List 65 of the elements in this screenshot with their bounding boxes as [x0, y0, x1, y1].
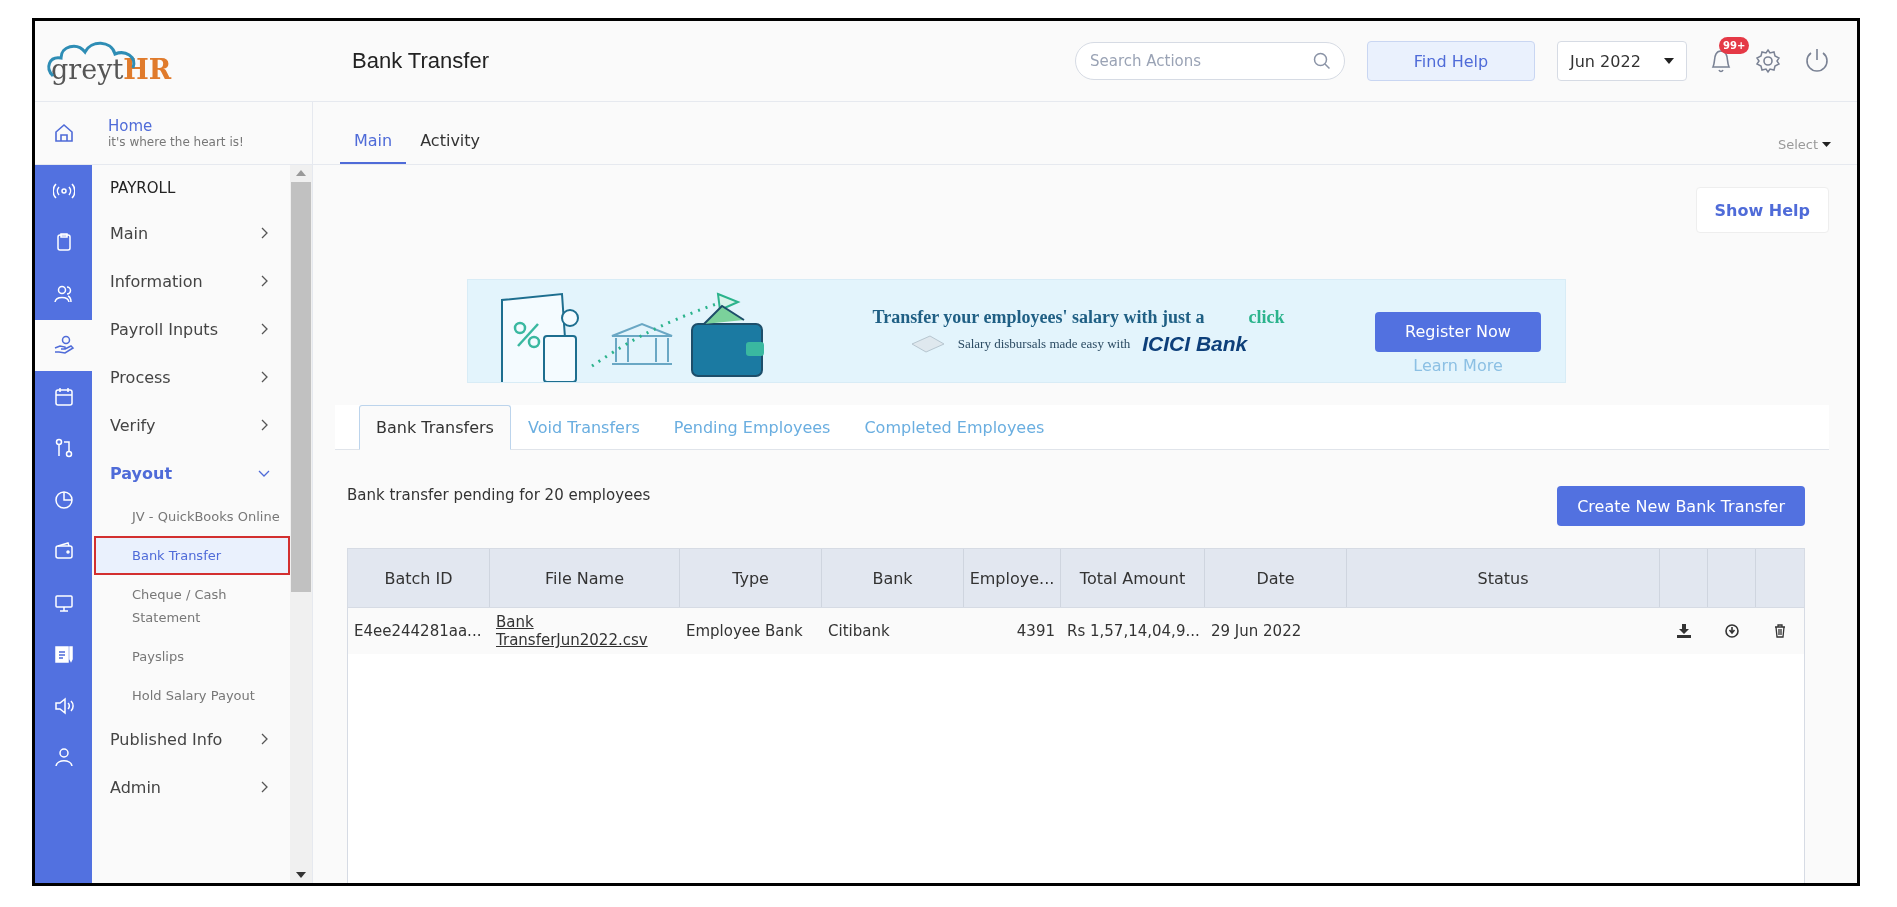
pending-message: Bank transfer pending for 20 employees — [347, 486, 651, 504]
rail-tab[interactable] — [35, 319, 92, 371]
create-bank-transfer-button[interactable]: Create New Bank Transfer — [1557, 486, 1805, 526]
table-cell-text: 29 Jun 2022 — [1210, 622, 1303, 640]
delete-icon[interactable] — [1774, 624, 1786, 638]
scroll-up-icon[interactable] — [296, 170, 306, 176]
scrollbar[interactable] — [290, 165, 312, 883]
scroll-down-icon[interactable] — [296, 872, 306, 878]
tab[interactable]: Activity — [406, 131, 495, 164]
hand-icon — [52, 334, 75, 357]
document-icon — [52, 643, 75, 666]
home-icon[interactable] — [53, 123, 74, 143]
menu-item[interactable]: Admin — [92, 763, 290, 811]
power-icon[interactable] — [1803, 47, 1831, 75]
menu-item[interactable]: Published Info — [92, 715, 290, 763]
tab[interactable]: Main — [340, 131, 407, 164]
tab[interactable]: Completed Employees — [847, 405, 1062, 450]
banner-subtitle: Salary disbursals made easy with — [957, 335, 1131, 352]
table-cell-text: Citibank — [827, 622, 891, 640]
period-dropdown[interactable]: Jun 2022 — [1557, 41, 1687, 81]
submenu-item[interactable]: Cheque / Cash Statement — [94, 575, 290, 637]
submenu-item[interactable]: Hold Salary Payout — [94, 676, 290, 715]
find-help-button[interactable]: Find Help — [1367, 41, 1535, 81]
greythr-logo[interactable]: greytHR — [45, 37, 172, 85]
menu-item[interactable]: Verify — [92, 401, 290, 449]
search-icon — [1313, 52, 1331, 70]
table-cell-text: Rs 1,57,14,04,9... — [1066, 622, 1201, 640]
file-link[interactable]: Bank TransferJun2022.csv — [496, 613, 674, 649]
search-field[interactable]: Search Actions — [1075, 42, 1345, 80]
banner-accent-text: click — [1248, 306, 1285, 328]
menu-item[interactable]: Information — [92, 257, 290, 305]
menu-item[interactable]: Process — [92, 353, 290, 401]
table-cell-text: Employee Bank — [685, 622, 804, 640]
submenu-item[interactable]: JV - QuickBooks Online — [94, 497, 290, 536]
register-now-button[interactable]: Register Now — [1375, 311, 1541, 352]
tab[interactable]: Void Transfers — [510, 405, 657, 450]
download-circle-icon[interactable] — [1725, 624, 1739, 638]
select-dropdown[interactable]: Select — [1777, 137, 1831, 164]
show-help-button[interactable]: Show Help — [1695, 187, 1829, 233]
tab[interactable]: Bank Transfers — [359, 405, 511, 450]
home-link[interactable]: Home — [108, 117, 244, 135]
section-heading: PAYROLL — [109, 178, 177, 199]
person-icon — [52, 746, 75, 769]
tab[interactable]: Pending Employees — [656, 405, 848, 450]
calendar-icon — [52, 385, 75, 408]
table-cell-text: 4391 — [1015, 622, 1056, 640]
caret-icon — [1664, 58, 1674, 64]
menu-item[interactable]: Payroll Inputs — [92, 305, 290, 353]
pie-chart-icon — [52, 488, 75, 511]
settings-icon[interactable] — [1755, 48, 1781, 74]
banner-headline: Transfer your employees' salary with just a — [872, 306, 1205, 328]
page-title: Bank Transfer — [352, 48, 490, 74]
promo-banner[interactable]: Transfer your employees' salary with just a click Salary disbursals made easy with ICICI Bank Register Now Learn More — [467, 279, 1566, 383]
table-cell-text: E4ee244281aa... — [353, 622, 483, 640]
bank-logo: ICICI Bank — [1142, 331, 1248, 356]
menu-item[interactable]: Payout — [92, 449, 290, 497]
notification-badge: 99+ — [1719, 37, 1750, 54]
menu-item[interactable]: Main — [92, 209, 290, 257]
cash-icon — [909, 333, 946, 354]
bell-icon[interactable] — [1709, 47, 1733, 75]
home-subtitle: it's where the heart is! — [108, 135, 244, 149]
submenu-item[interactable]: Payslips — [94, 637, 290, 676]
download-icon[interactable] — [1677, 624, 1691, 638]
submenu-item[interactable]: Bank Transfer — [94, 536, 290, 575]
caret-icon — [1822, 142, 1831, 147]
